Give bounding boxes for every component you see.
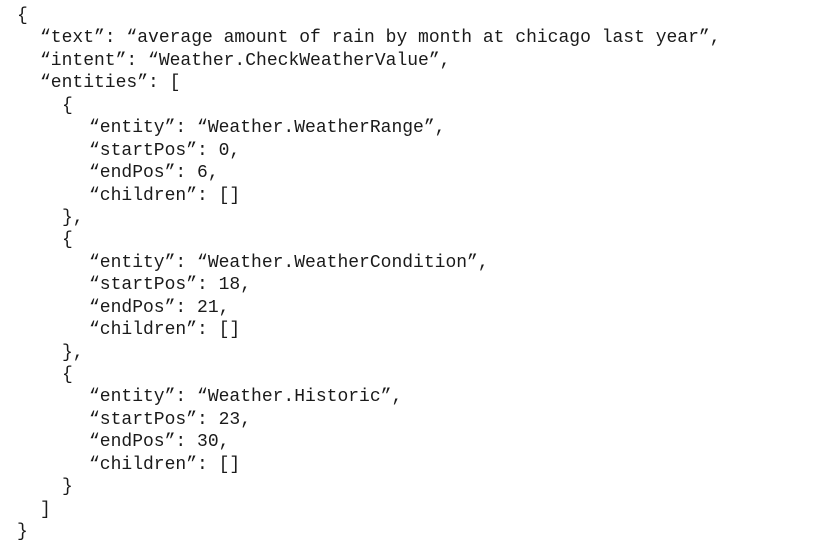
code-line-entity-2-endpos: “endPos”: 21,: [89, 297, 230, 318]
code-line-entity-2-name: “entity”: “Weather.WeatherCondition”,: [89, 252, 489, 273]
code-line-entity-1-children: “children”: []: [89, 185, 241, 206]
code-line-entity-3-open: {: [62, 365, 73, 385]
code-line-entity-3-name: “entity”: “Weather.Historic”,: [89, 387, 403, 408]
json-code-block: { “text”: “average amount of rain by mon…: [0, 5, 813, 545]
code-line-entity-3-close: }: [62, 477, 73, 498]
code-line-entity-2-open: {: [62, 230, 73, 251]
code-line-entity-2-children: “children”: []: [89, 320, 241, 341]
code-line-entity-1-name: “entity”: “Weather.WeatherRange”,: [89, 118, 446, 139]
code-line-entity-1-startpos: “startPos”: 0,: [89, 140, 241, 161]
code-line-text: “text”: “average amount of rain by month…: [40, 28, 721, 49]
code-line-entities: “entities”: [: [40, 73, 181, 94]
code-line-entity-1-close: },: [62, 207, 84, 228]
code-line-entity-3-children: “children”: []: [89, 454, 241, 475]
code-line-entity-1-open: {: [62, 95, 73, 116]
code-line-entity-1-endpos: “endPos”: 6,: [89, 163, 219, 184]
code-line-intent: “intent”: “Weather.CheckWeatherValue”,: [40, 50, 451, 71]
code-line-entity-2-startpos: “startPos”: 18,: [89, 275, 252, 296]
code-line-entity-2-close: },: [62, 342, 84, 363]
code-line-entity-3-startpos: “startPos”: 23,: [89, 409, 252, 430]
code-line-entities-close: ]: [40, 499, 51, 520]
code-line-close-brace: }: [17, 522, 28, 543]
code-line-entity-3-endpos: “endPos”: 30,: [89, 432, 230, 453]
code-line-open-brace: {: [17, 6, 28, 26]
